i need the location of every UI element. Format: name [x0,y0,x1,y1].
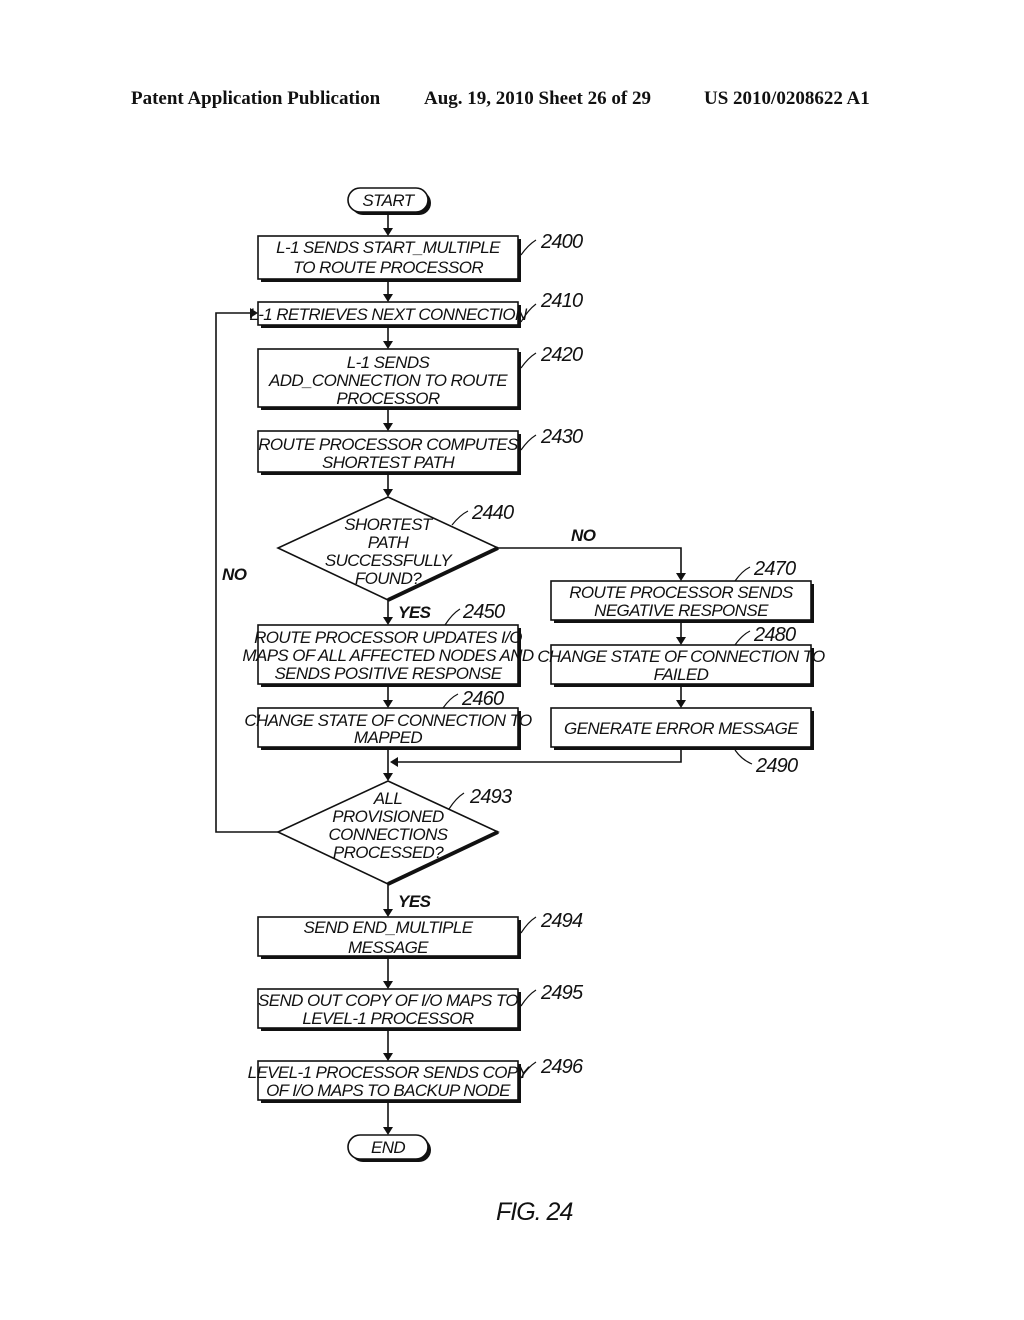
step-2420-line-3: PROCESSOR [336,389,440,408]
step-2450: ROUTE PROCESSOR UPDATES I/O MAPS OF ALL … [242,624,535,687]
step-2430: ROUTE PROCESSOR COMPUTES SHORTEST PATH [257,430,521,475]
step-2450-line-2: MAPS OF ALL AFFECTED NODES AND [242,646,534,665]
step-2420: L-1 SENDS ADD_CONNECTION TO ROUTE PROCES… [257,348,521,410]
step-2400-line-2: TO ROUTE PROCESSOR [293,258,483,277]
ref-2430: 2430 [540,426,583,448]
decision-2440-line-3: SUCCESSFULLY [325,551,454,570]
ref-2470: 2470 [753,558,796,580]
ref-2490: 2490 [755,755,798,777]
step-2420-line-1: L-1 SENDS [347,353,431,372]
ref-2450: 2450 [462,601,505,623]
step-2470-line-2: NEGATIVE RESPONSE [594,601,769,620]
step-2490-line-1: GENERATE ERROR MESSAGE [564,719,799,738]
step-2460: CHANGE STATE OF CONNECTION TO MAPPED [244,707,533,750]
ref-2493: 2493 [469,786,512,808]
step-2480: CHANGE STATE OF CONNECTION TO FAILED [537,644,826,687]
ref-2480: 2480 [753,624,796,646]
step-2480-line-2: FAILED [654,665,709,684]
step-2430-line-2: SHORTEST PATH [322,453,455,472]
step-2410: L-1 RETRIEVES NEXT CONNECTION [249,301,529,328]
step-2495: SEND OUT COPY OF I/O MAPS TO LEVEL-1 PRO… [257,988,521,1031]
decision-2493-line-4: PROCESSED? [333,843,444,862]
ref-2460: 2460 [461,688,504,710]
flowchart: START L-1 SENDS START_MULTIPLE TO ROUTE … [215,187,826,1226]
ref-2400: 2400 [540,231,583,253]
step-2496: LEVEL-1 PROCESSOR SENDS COPY OF I/O MAPS… [248,1060,531,1103]
step-2420-line-2: ADD_CONNECTION TO ROUTE [268,371,508,390]
decision-2493: ALL PROVISIONED CONNECTIONS PROCESSED? [276,780,500,886]
decision-2440-line-4: FOUND? [355,569,422,588]
start-label: START [362,191,415,210]
ref-2440: 2440 [471,502,514,524]
step-2494-line-1: SEND END_MULTIPLE [304,918,474,937]
end-terminal: END [347,1134,431,1162]
decision-2493-line-2: PROVISIONED [332,807,444,826]
decision-2440-line-1: SHORTEST [344,515,434,534]
step-2494-line-2: MESSAGE [348,938,429,957]
ref-2496: 2496 [540,1056,584,1078]
step-2450-line-3: SENDS POSITIVE RESPONSE [274,664,502,683]
end-label: END [371,1138,405,1157]
decision-2440-line-2: PATH [368,533,410,552]
step-2410-line-1: L-1 RETRIEVES NEXT CONNECTION [249,305,528,324]
step-2450-line-1: ROUTE PROCESSOR UPDATES I/O [254,628,522,647]
step-2470-line-1: ROUTE PROCESSOR SENDS [569,583,794,602]
step-2495-line-2: LEVEL-1 PROCESSOR [302,1009,474,1028]
ref-2494: 2494 [540,910,583,932]
decision-2493-line-1: ALL [373,789,403,808]
decision-2493-line-3: CONNECTIONS [328,825,448,844]
step-2496-line-1: LEVEL-1 PROCESSOR SENDS COPY [248,1063,531,1082]
ref-2410: 2410 [540,290,583,312]
step-2470: ROUTE PROCESSOR SENDS NEGATIVE RESPONSE [550,580,814,623]
step-2490: GENERATE ERROR MESSAGE [550,707,814,750]
start-terminal: START [347,187,431,215]
step-2480-line-1: CHANGE STATE OF CONNECTION TO [537,647,825,666]
step-2495-line-1: SEND OUT COPY OF I/O MAPS TO [258,991,518,1010]
figure-label: FIG. 24 [496,1198,572,1226]
decision-2440-yes-label: YES [398,603,432,622]
step-2430-line-1: ROUTE PROCESSOR COMPUTES [258,435,519,454]
decision-2493-no-label: NO [222,565,247,584]
step-2496-line-2: OF I/O MAPS TO BACKUP NODE [266,1081,511,1100]
step-2494: SEND END_MULTIPLE MESSAGE [257,916,521,959]
ref-2420: 2420 [540,344,583,366]
step-2460-line-2: MAPPED [354,728,423,747]
step-2400: L-1 SENDS START_MULTIPLE TO ROUTE PROCES… [257,235,521,282]
decision-2440-no-label: NO [571,526,596,545]
decision-2493-yes-label: YES [398,892,432,911]
step-2400-line-1: L-1 SENDS START_MULTIPLE [276,238,501,257]
ref-2495: 2495 [540,982,584,1004]
